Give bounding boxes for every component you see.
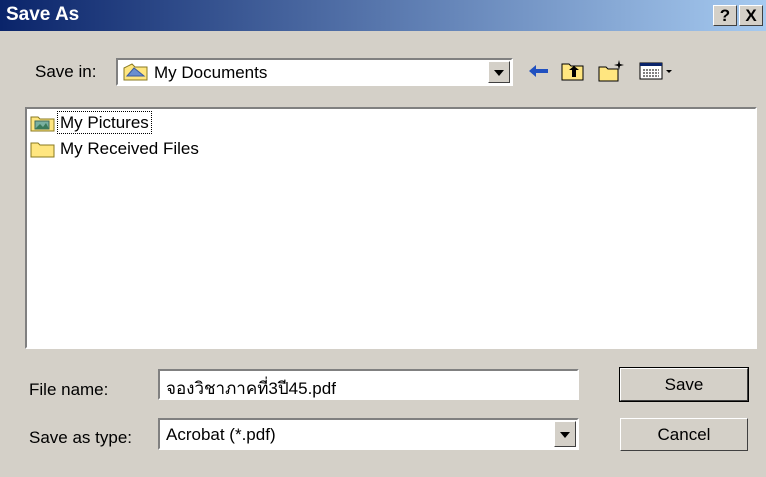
save-button[interactable]: Save (619, 367, 749, 402)
chevron-down-icon (560, 432, 570, 438)
my-pictures-folder-icon (30, 114, 56, 132)
save-as-type-dropdown-button[interactable] (554, 421, 576, 447)
new-folder-icon (598, 60, 624, 82)
help-button[interactable]: ? (713, 5, 737, 26)
window-title: Save As (6, 4, 80, 25)
save-as-type-dropdown[interactable]: Acrobat (*.pdf) (158, 418, 579, 450)
file-name-input[interactable]: จองวิชาภาคที่3ปี45.pdf (158, 369, 579, 400)
new-folder-button[interactable] (596, 58, 626, 84)
cancel-button[interactable]: Cancel (620, 418, 748, 451)
chevron-down-icon (494, 70, 504, 76)
up-folder-button[interactable] (559, 58, 587, 84)
folder-icon (30, 140, 56, 158)
file-name-value: จองวิชาภาคที่3ปี45.pdf (166, 379, 336, 398)
my-documents-icon (123, 62, 149, 87)
back-button[interactable] (525, 58, 553, 84)
save-in-dropdown[interactable]: My Documents (116, 58, 513, 86)
view-menu-button[interactable] (637, 58, 677, 84)
save-in-value: My Documents (154, 63, 268, 82)
file-name-label: File name: (29, 380, 109, 399)
up-folder-icon (561, 63, 584, 81)
save-in-label: Save in: (35, 62, 97, 81)
item-label: My Pictures (57, 111, 152, 134)
back-arrow-icon (529, 65, 548, 77)
save-as-type-label: Save as type: (29, 428, 133, 447)
file-list[interactable]: My Pictures My Received Files (25, 107, 757, 349)
save-as-type-value: Acrobat (*.pdf) (166, 425, 276, 444)
item-label: My Received Files (60, 139, 199, 158)
title-bar[interactable]: Save As ? X (0, 0, 766, 31)
close-button[interactable]: X (739, 5, 763, 26)
view-menu-icon (639, 62, 672, 80)
save-in-dropdown-button[interactable] (488, 61, 510, 83)
